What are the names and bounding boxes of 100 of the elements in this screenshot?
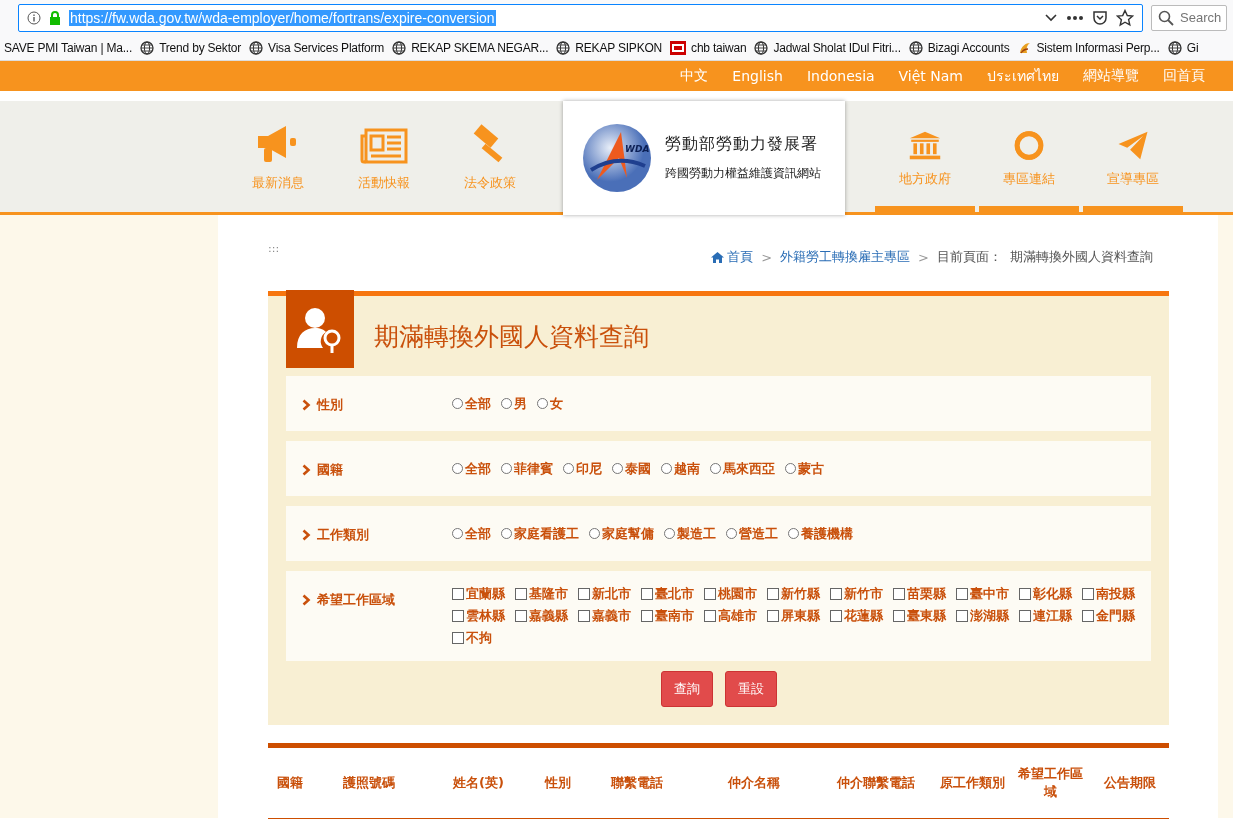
checkbox[interactable] <box>578 588 590 600</box>
radio-button[interactable] <box>452 528 463 539</box>
option-label[interactable]: 屏東縣 <box>767 607 820 625</box>
checkbox[interactable] <box>830 588 842 600</box>
checkbox[interactable] <box>830 610 842 622</box>
form-button[interactable]: 查詢 <box>660 671 713 707</box>
bookmark[interactable]: Gi <box>1167 40 1199 55</box>
radio-button[interactable] <box>710 463 721 474</box>
radio-button[interactable] <box>537 398 548 409</box>
option-label[interactable]: 雲林縣 <box>452 607 505 625</box>
bookmark[interactable]: Bizagi Accounts <box>908 40 1010 55</box>
language-link[interactable]: ประเทศไทย <box>987 65 1059 87</box>
radio-button[interactable] <box>452 463 463 474</box>
radio-button[interactable] <box>612 463 623 474</box>
checkbox[interactable] <box>704 610 716 622</box>
checkbox[interactable] <box>452 632 464 644</box>
checkbox[interactable] <box>578 610 590 622</box>
checkbox[interactable] <box>1019 610 1031 622</box>
radio-button[interactable] <box>661 463 672 474</box>
option-label[interactable]: 新竹市 <box>830 585 883 603</box>
form-button[interactable]: 重設 <box>724 671 777 707</box>
more-icon[interactable] <box>1066 14 1084 21</box>
option-label[interactable]: 南投縣 <box>1082 585 1135 603</box>
accesskey-link[interactable]: ::: <box>268 242 280 255</box>
bookmark[interactable]: SAVE PMI Taiwan | Ma... <box>4 40 133 55</box>
radio-button[interactable] <box>785 463 796 474</box>
address-bar[interactable]: https://fw.wda.gov.tw/wda-employer/home/fortrans/expire-conversion <box>18 3 1143 32</box>
option-label[interactable]: 全部 <box>452 520 491 547</box>
radio-button[interactable] <box>589 528 600 539</box>
option-label[interactable]: 新竹縣 <box>767 585 820 603</box>
checkbox[interactable] <box>1082 610 1094 622</box>
bookmark[interactable]: Trend by Sektor <box>140 40 242 55</box>
checkbox[interactable] <box>956 588 968 600</box>
radio-button[interactable] <box>501 528 512 539</box>
language-link[interactable]: English <box>732 68 783 84</box>
option-label[interactable]: 宜蘭縣 <box>452 585 505 603</box>
language-link[interactable]: 中文 <box>680 67 709 85</box>
option-label[interactable]: 馬來西亞 <box>710 455 775 482</box>
option-label[interactable]: 嘉義市 <box>578 607 631 625</box>
option-label[interactable]: 澎湖縣 <box>956 607 1009 625</box>
checkbox[interactable] <box>1082 588 1094 600</box>
option-label[interactable]: 男 <box>501 390 527 417</box>
language-link[interactable]: 網站導覽 <box>1083 67 1139 85</box>
checkbox[interactable] <box>641 588 653 600</box>
checkbox[interactable] <box>767 610 779 622</box>
option-label[interactable]: 女 <box>537 390 563 417</box>
option-label[interactable]: 印尼 <box>563 455 602 482</box>
option-label[interactable]: 家庭幫傭 <box>589 520 654 547</box>
home-link[interactable]: 首頁 <box>711 248 754 266</box>
option-label[interactable]: 臺中市 <box>956 585 1009 603</box>
checkbox[interactable] <box>515 588 527 600</box>
checkbox[interactable] <box>452 588 464 600</box>
option-label[interactable]: 連江縣 <box>1019 607 1072 625</box>
checkbox[interactable] <box>704 588 716 600</box>
option-label[interactable]: 金門縣 <box>1082 607 1135 625</box>
pocket-icon[interactable] <box>1092 9 1108 26</box>
checkbox[interactable] <box>956 610 968 622</box>
option-label[interactable]: 臺南市 <box>641 607 694 625</box>
option-label[interactable]: 菲律賓 <box>501 455 553 482</box>
checkbox[interactable] <box>1019 588 1031 600</box>
option-label[interactable]: 家庭看護工 <box>501 520 579 547</box>
language-link[interactable]: 回首頁 <box>1163 67 1205 85</box>
option-label[interactable]: 營造工 <box>726 520 778 547</box>
radio-button[interactable] <box>501 463 512 474</box>
logo-panel[interactable]: WDA 勞動部勞動力發展署 跨國勞動力權益維護資訊網站 <box>563 101 845 215</box>
language-link[interactable]: Indonesia <box>806 68 875 84</box>
bookmark[interactable]: Sistem Informasi Perp... <box>1017 40 1160 55</box>
option-label[interactable]: 彰化縣 <box>1019 585 1072 603</box>
radio-button[interactable] <box>563 463 574 474</box>
checkbox[interactable] <box>515 610 527 622</box>
radio-button[interactable] <box>501 398 512 409</box>
checkbox[interactable] <box>452 610 464 622</box>
option-label[interactable]: 越南 <box>661 455 700 482</box>
option-label[interactable]: 養護機構 <box>788 520 853 547</box>
option-label[interactable]: 嘉義縣 <box>515 607 568 625</box>
language-link[interactable]: Việt Nam <box>898 68 963 84</box>
option-label[interactable]: 不拘 <box>452 629 492 647</box>
bookmark[interactable]: Jadwal Sholat IDul Fitri... <box>754 40 901 55</box>
option-label[interactable]: 泰國 <box>612 455 651 482</box>
option-label[interactable]: 花蓮縣 <box>830 607 883 625</box>
star-icon[interactable] <box>1116 8 1134 27</box>
radio-button[interactable] <box>788 528 799 539</box>
section-link[interactable]: 外籍勞工轉換雇主專區 <box>780 248 911 266</box>
option-label[interactable]: 高雄市 <box>704 607 757 625</box>
bookmark[interactable]: REKAP SIPKON <box>556 40 663 55</box>
option-label[interactable]: 臺東縣 <box>893 607 946 625</box>
info-icon[interactable] <box>27 10 41 25</box>
checkbox[interactable] <box>893 588 905 600</box>
option-label[interactable]: 基隆市 <box>515 585 568 603</box>
checkbox[interactable] <box>641 610 653 622</box>
radio-button[interactable] <box>664 528 675 539</box>
chevron-down-icon[interactable] <box>1044 12 1058 23</box>
bookmark[interactable]: Visa Services Platform <box>249 40 385 55</box>
radio-button[interactable] <box>726 528 737 539</box>
radio-button[interactable] <box>452 398 463 409</box>
checkbox[interactable] <box>893 610 905 622</box>
option-label[interactable]: 苗栗縣 <box>893 585 946 603</box>
option-label[interactable]: 蒙古 <box>785 455 824 482</box>
option-label[interactable]: 桃園市 <box>704 585 757 603</box>
option-label[interactable]: 製造工 <box>664 520 716 547</box>
